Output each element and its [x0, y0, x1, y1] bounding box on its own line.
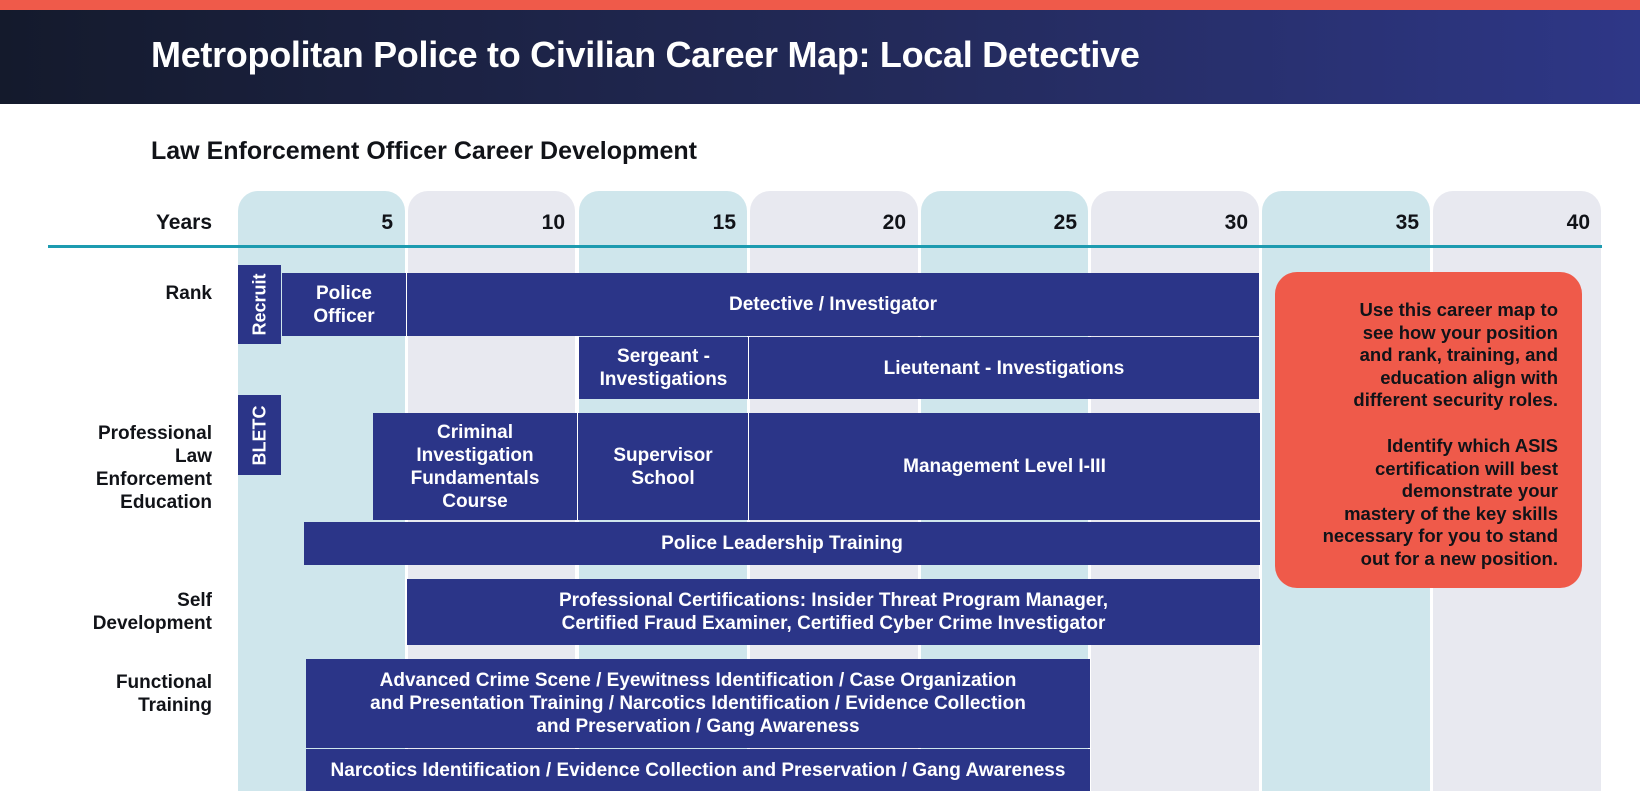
detective-investigator-bar: Detective / Investigator [407, 273, 1259, 336]
row-label-rank: Rank [165, 283, 212, 304]
recruit-bar: Recruit [238, 265, 281, 344]
bletc-bar: BLETC [238, 395, 281, 475]
row-label-self-development: Self Development [92, 590, 212, 634]
supervisor-school-bar: Supervisor School [578, 413, 749, 520]
year-tick: 5 [381, 211, 393, 234]
year-tick: 25 [1053, 211, 1077, 234]
recruit-label: Recruit [249, 273, 270, 336]
advanced-crime-scene-bar: Advanced Crime Scene / Eyewitness Identi… [306, 659, 1090, 748]
header-banner: Metropolitan Police to Civilian Career M… [0, 10, 1640, 104]
years-axis-label: Years [155, 211, 212, 234]
callout-paragraph: Use this career map to see how your posi… [1353, 299, 1558, 411]
lieutenant-investigations-bar: Lieutenant - Investigations [749, 337, 1259, 399]
info-callout: Use this career map to see how your posi… [1275, 272, 1582, 588]
page-title: Metropolitan Police to Civilian Career M… [151, 34, 1140, 75]
years-axis-line [48, 245, 1602, 248]
year-tick: 20 [882, 211, 906, 234]
sergeant-investigations-bar: Sergeant - Investigations [579, 337, 749, 399]
year-tick: 40 [1566, 211, 1590, 234]
row-label-functional-training: Functional Training [115, 672, 212, 716]
management-level-bar: Management Level I-III [749, 413, 1260, 520]
year-tick: 30 [1224, 211, 1248, 234]
bletc-label: BLETC [249, 405, 269, 465]
callout-paragraph: Identify which ASIS certification will b… [1322, 434, 1558, 569]
police-officer-bar: Police Officer [282, 273, 407, 336]
row-label-education: Professional Law Enforcement Education [95, 423, 212, 513]
professional-certifications-bar: Professional Certifications: Insider Thr… [407, 579, 1260, 645]
top-accent-stripe [0, 0, 1640, 10]
year-tick: 10 [541, 211, 565, 234]
narcotics-identification-bar: Narcotics Identification / Evidence Coll… [306, 749, 1090, 791]
year-tick: 15 [712, 211, 736, 234]
section-subtitle: Law Enforcement Officer Career Developme… [151, 137, 697, 165]
year-tick: 35 [1395, 211, 1419, 234]
police-leadership-training-bar: Police Leadership Training [304, 522, 1260, 565]
criminal-investigation-course-bar: Criminal Investigation Fundamentals Cour… [373, 413, 578, 520]
